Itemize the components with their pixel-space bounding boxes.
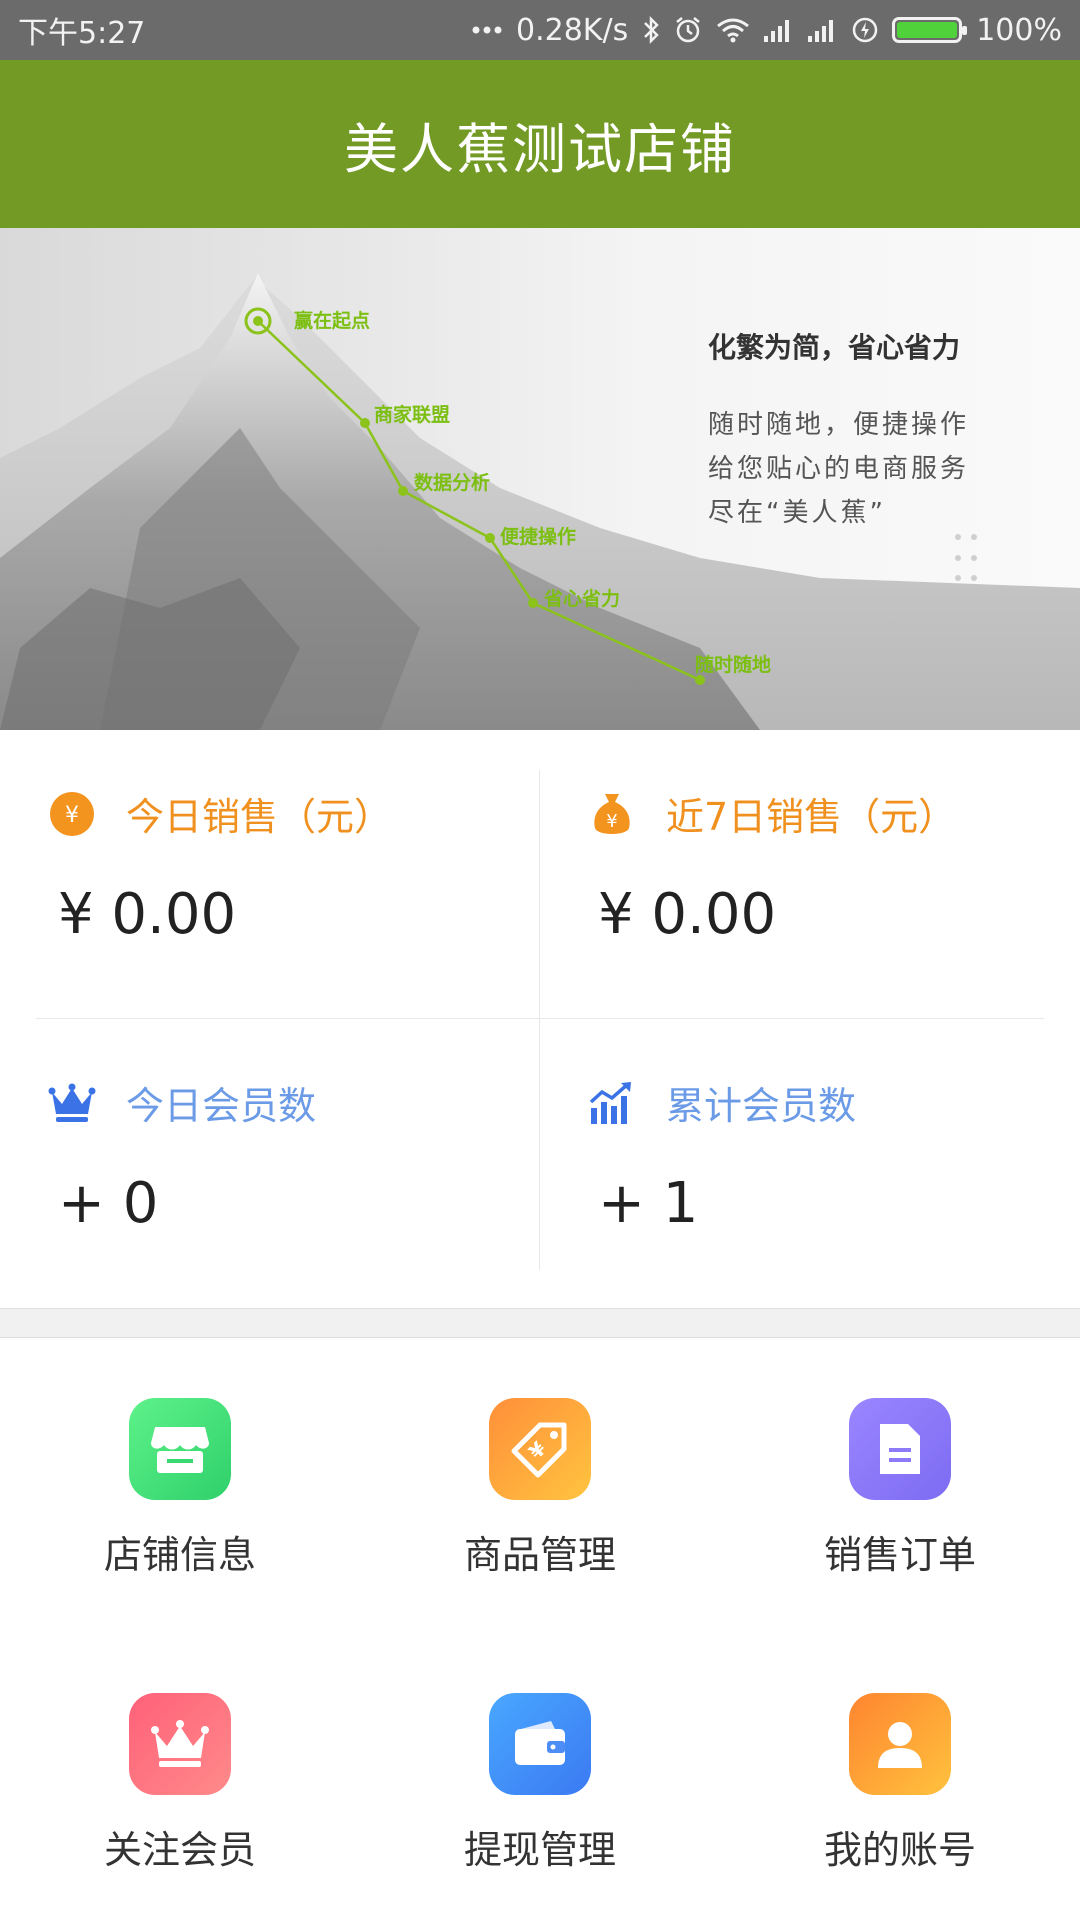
menu-label: 关注会员 [103, 1828, 256, 1872]
stat-value: ¥ 0.00 [58, 882, 237, 947]
yen-coin-icon: ¥ [48, 790, 96, 838]
money-bag-icon: ¥ [588, 790, 636, 838]
route-label: 随时随地 [695, 654, 772, 676]
user-icon [849, 1693, 951, 1795]
charging-icon [852, 17, 878, 43]
document-icon [849, 1398, 951, 1500]
svg-text:¥: ¥ [65, 803, 79, 828]
stat-value: + 0 [58, 1171, 159, 1236]
promo-banner[interactable]: 赢在起点 商家联盟 数据分析 便捷操作 省心省力 随时随地 化繁为简，省心省力 … [0, 228, 1080, 730]
stats-panel: ¥ 今日销售（元） ¥ 0.00 ¥ 近7日销售（元） ¥ 0.00 今日会员数… [0, 730, 1080, 1308]
wallet-icon [489, 1693, 591, 1795]
price-tag-icon: ¥ [489, 1398, 591, 1500]
banner-page-indicator [955, 534, 981, 590]
svg-text:¥: ¥ [524, 1437, 551, 1464]
app-header: 美人蕉测试店铺 [0, 60, 1080, 228]
route-label: 便捷操作 [500, 526, 577, 548]
stat-total-members[interactable]: 累计会员数 + 1 [540, 1019, 1080, 1308]
function-menu: 店铺信息 ¥ 商品管理 销售订单 关注会员 提现管理 我的账号 [0, 1338, 1080, 1920]
section-separator [0, 1308, 1080, 1338]
menu-withdraw-management[interactable]: 提现管理 [360, 1633, 720, 1928]
bluetooth-icon [642, 15, 660, 45]
status-time: 下午5:27 [18, 16, 146, 51]
signal-icon [808, 18, 838, 42]
store-icon [129, 1398, 231, 1500]
menu-label: 商品管理 [463, 1533, 616, 1577]
route-label: 数据分析 [414, 472, 491, 494]
banner-line: 给您贴心的电商服务 [708, 454, 970, 484]
route-label: 省心省力 [544, 588, 621, 610]
menu-label: 销售订单 [823, 1533, 976, 1577]
menu-followed-members[interactable]: 关注会员 [0, 1633, 360, 1928]
battery-percent: 100% [976, 12, 1062, 48]
menu-sales-orders[interactable]: 销售订单 [720, 1338, 1080, 1633]
dots-icon [472, 25, 502, 35]
menu-label: 我的账号 [823, 1828, 976, 1872]
menu-label: 店铺信息 [103, 1533, 256, 1577]
alarm-icon [674, 16, 702, 44]
banner-slogan: 化繁为简，省心省力 [708, 331, 961, 364]
crown-icon [129, 1693, 231, 1795]
menu-label: 提现管理 [463, 1828, 616, 1872]
status-bar: 下午5:27 0.28K/s 100% [0, 0, 1080, 60]
banner-line: 尽在“美人蕉” [708, 498, 886, 528]
svg-text:¥: ¥ [606, 811, 617, 832]
route-label: 商家联盟 [374, 404, 451, 426]
signal-icon [764, 18, 794, 42]
route-label: 赢在起点 [294, 310, 371, 332]
banner-line: 随时随地，便捷操作 [708, 410, 970, 440]
stat-label: 近7日销售（元） [666, 795, 957, 839]
stat-label: 累计会员数 [666, 1084, 857, 1128]
network-speed: 0.28K/s [516, 12, 629, 48]
stat-value: ¥ 0.00 [598, 882, 777, 947]
stat-7day-sales[interactable]: ¥ 近7日销售（元） ¥ 0.00 [540, 730, 1080, 1019]
crown-icon [48, 1079, 96, 1127]
growth-chart-icon [588, 1079, 636, 1127]
stat-today-sales[interactable]: ¥ 今日销售（元） ¥ 0.00 [0, 730, 540, 1019]
battery-icon [892, 17, 968, 43]
stat-today-members[interactable]: 今日会员数 + 0 [0, 1019, 540, 1308]
menu-my-account[interactable]: 我的账号 [720, 1633, 1080, 1928]
stat-value: + 1 [598, 1171, 699, 1236]
menu-store-info[interactable]: 店铺信息 [0, 1338, 360, 1633]
stat-label: 今日销售（元） [126, 795, 393, 839]
wifi-icon [716, 17, 750, 43]
menu-product-management[interactable]: ¥ 商品管理 [360, 1338, 720, 1633]
page-title: 美人蕉测试店铺 [344, 117, 736, 181]
stat-label: 今日会员数 [126, 1084, 317, 1128]
